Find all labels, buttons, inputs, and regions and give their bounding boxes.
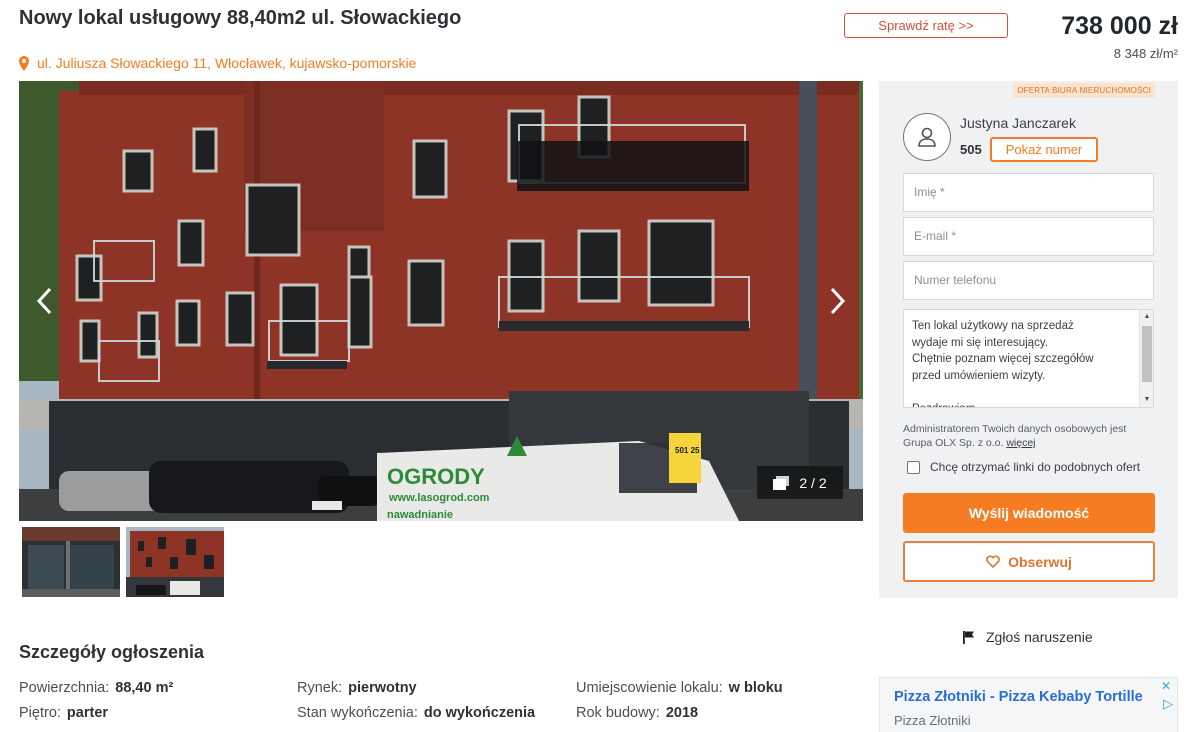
- listing-location[interactable]: ul. Juliusza Słowackiego 11, Włocławek, …: [19, 55, 416, 71]
- message-text[interactable]: Ten lokal użytkowy na sprzedaż wydaje mi…: [912, 318, 1137, 407]
- thumbnail-image: [126, 527, 224, 597]
- agency-offer-badge: OFERTA BIURA NIERUCHOMOŚCI: [1013, 83, 1155, 98]
- chevron-left-icon: [36, 287, 52, 315]
- message-textarea[interactable]: Ten lokal użytkowy na sprzedaż wydaje mi…: [903, 309, 1154, 408]
- details-title: Szczegóły ogłoszenia: [19, 642, 205, 662]
- detail-value: 2018: [665, 705, 699, 721]
- contact-panel: OFERTA BIURA NIERUCHOMOŚCI Justyna Jancz…: [879, 81, 1178, 598]
- agent-name: Justyna Janczarek: [960, 115, 1076, 131]
- detail-area: Powierzchnia: 88,40 m²: [19, 680, 173, 696]
- detail-market: Rynek: pierwotny: [297, 680, 417, 696]
- consent-label[interactable]: Chcę otrzymać linki do podobnych ofert: [930, 460, 1140, 474]
- chevron-right-icon: [830, 287, 846, 315]
- send-message-button[interactable]: Wyślij wiadomość: [903, 493, 1155, 533]
- thumbnail-2[interactable]: [126, 527, 224, 597]
- heart-icon: [986, 555, 1000, 568]
- ad-subtitle[interactable]: Pizza Złotniki: [894, 713, 971, 728]
- sale-sign-text: 501 25: [675, 446, 700, 455]
- scroll-down-icon[interactable]: ▼: [1143, 396, 1151, 404]
- thumbnail-1[interactable]: [22, 527, 120, 597]
- scrollbar-thumb[interactable]: [1142, 326, 1152, 382]
- similar-offers-checkbox[interactable]: [907, 460, 920, 474]
- phone-prefix: 505: [960, 142, 982, 157]
- check-rate-button[interactable]: Sprawdź ratę >>: [844, 13, 1008, 38]
- gallery-counter-text: 2 / 2: [799, 474, 827, 491]
- thumbnail-image: [22, 527, 120, 597]
- name-field[interactable]: Imię *: [903, 173, 1154, 212]
- detail-value: pierwotny: [348, 680, 417, 696]
- avatar: [903, 113, 951, 161]
- user-icon: [918, 127, 936, 147]
- detail-label: Umiejscowienie lokalu:: [576, 680, 723, 696]
- gallery-prev-button[interactable]: [29, 281, 59, 321]
- detail-floor: Piętro: parter: [19, 705, 108, 721]
- price: 738 000 zł: [1061, 12, 1178, 40]
- detail-label: Piętro:: [19, 705, 61, 721]
- detail-value: do wykończenia: [423, 705, 536, 721]
- van-extra-text: nawadnianie: [387, 509, 453, 521]
- location-text[interactable]: ul. Juliusza Słowackiego 11, Włocławek, …: [37, 55, 416, 71]
- gallery-counter[interactable]: 2 / 2: [757, 466, 843, 499]
- similar-offers-consent[interactable]: Chcę otrzymać linki do podobnych ofert: [907, 460, 1140, 474]
- email-field[interactable]: E-mail *: [903, 217, 1154, 256]
- location-pin-icon: [19, 55, 29, 71]
- detail-label: Rynek:: [297, 680, 343, 696]
- photo-gallery[interactable]: OGRODY www.lasogrod.com nawadnianie 501 …: [19, 81, 863, 521]
- ad-title[interactable]: Pizza Złotniki - Pizza Kebaby Tortille: [894, 689, 1143, 705]
- ad-play-icon[interactable]: ▷: [1163, 696, 1173, 712]
- listing-title: Nowy lokal usługowy 88,40m2 ul. Słowacki…: [19, 7, 462, 29]
- van-sign-text: OGRODY: [387, 464, 485, 489]
- van-url-text: www.lasogrod.com: [388, 492, 490, 504]
- gallery-next-button[interactable]: [823, 281, 853, 321]
- detail-finish-state: Stan wykończenia: do wykończenia: [297, 705, 535, 721]
- building-photo: OGRODY www.lasogrod.com nawadnianie 501 …: [19, 81, 863, 521]
- watch-button[interactable]: Obserwuj: [903, 541, 1155, 582]
- ad-close-icon[interactable]: ✕: [1161, 679, 1171, 693]
- watch-label: Obserwuj: [1008, 553, 1072, 570]
- report-violation-link[interactable]: Zgłoś naruszenie: [962, 629, 1093, 645]
- detail-label: Rok budowy:: [576, 705, 660, 721]
- privacy-more-link[interactable]: więcej: [1006, 437, 1035, 449]
- phone-field[interactable]: Numer telefonu: [903, 261, 1154, 300]
- detail-label: Powierzchnia:: [19, 680, 110, 696]
- gallery-icon: [773, 475, 790, 490]
- sponsored-ad[interactable]: Pizza Złotniki - Pizza Kebaby Tortille P…: [879, 677, 1178, 732]
- detail-build-year: Rok budowy: 2018: [576, 705, 698, 721]
- report-label: Zgłoś naruszenie: [986, 629, 1093, 645]
- show-number-button[interactable]: Pokaż numer: [990, 137, 1098, 162]
- detail-label: Stan wykończenia:: [297, 705, 418, 721]
- scroll-up-icon[interactable]: ▲: [1143, 313, 1151, 321]
- privacy-notice: Administratorem Twoich danych osobowych …: [903, 422, 1158, 450]
- detail-value: 88,40 m²: [115, 680, 174, 696]
- price-per-m2: 8 348 zł/m²: [1113, 46, 1178, 61]
- detail-location-type: Umiejscowienie lokalu: w bloku: [576, 680, 783, 696]
- detail-value: w bloku: [728, 680, 783, 696]
- message-scrollbar[interactable]: ▲ ▼: [1139, 310, 1153, 407]
- flag-icon: [963, 631, 974, 644]
- detail-value: parter: [66, 705, 109, 721]
